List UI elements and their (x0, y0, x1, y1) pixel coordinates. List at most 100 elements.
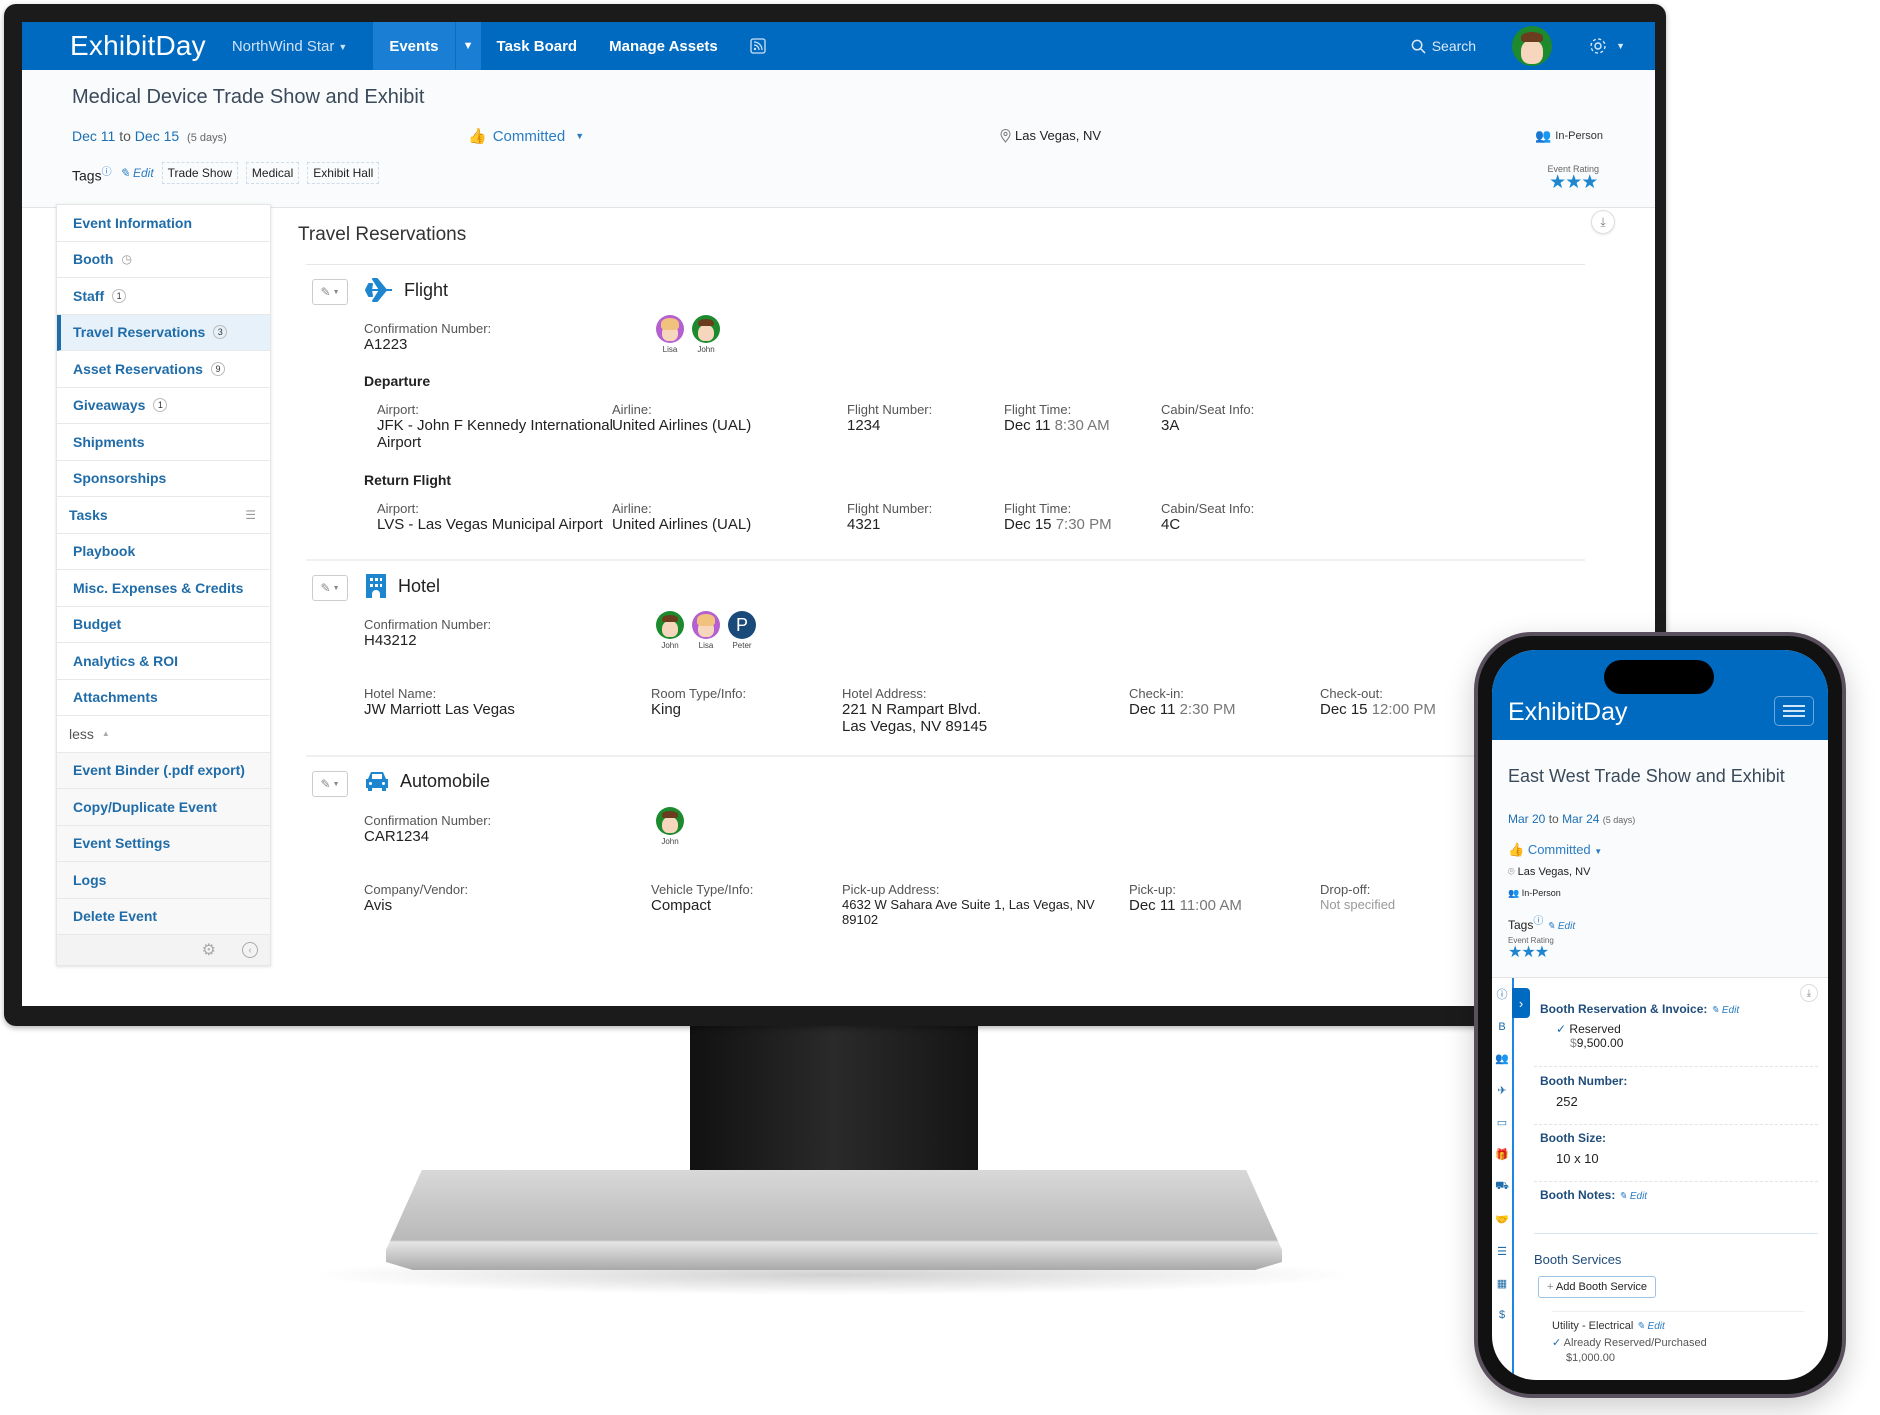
gear-icon[interactable]: ⚙ (202, 940, 216, 960)
star-icon[interactable]: ★ (1549, 172, 1566, 193)
star-icon[interactable]: ★ (1535, 944, 1549, 961)
sidebar-action-delete-event[interactable]: Delete Event (57, 898, 270, 935)
end-date[interactable]: Mar 24 (1562, 812, 1599, 826)
rating-stars[interactable]: ★★★ (1547, 172, 1599, 193)
sidebar-item-tasks[interactable]: Tasks ☰ (57, 497, 270, 534)
sidebar-item-playbook[interactable]: Playbook (57, 533, 270, 570)
gift-icon[interactable]: 🎁 (1495, 1148, 1509, 1161)
mobile-status-dropdown[interactable]: 👍 Committed ▼ (1508, 842, 1602, 858)
sidebar-action-event-binder-pdf-export[interactable]: Event Binder (.pdf export) (57, 752, 270, 789)
download-icon[interactable]: ⤓ (1591, 210, 1615, 234)
traveler[interactable]: John (656, 807, 684, 846)
edit-tags-link[interactable]: ✎ Edit (120, 166, 154, 180)
format-label: In-Person (1521, 888, 1561, 898)
expand-rail-button[interactable]: › (1512, 988, 1530, 1018)
download-icon[interactable]: ⤓ (1800, 984, 1818, 1002)
sidebar-item-booth[interactable]: Booth ◷ (57, 241, 270, 278)
sidebar-action-logs[interactable]: Logs (57, 862, 270, 899)
edit-tags-link[interactable]: ✎ Edit (1547, 921, 1575, 932)
mobile-event-header: East West Trade Show and Exhibit Mar 20 … (1492, 740, 1828, 978)
truck-icon[interactable]: ⛟ (1495, 1180, 1509, 1194)
org-selector[interactable]: NorthWind Star ▼ (232, 38, 347, 55)
hamburger-menu-icon[interactable] (1774, 696, 1814, 726)
star-icon[interactable]: ★ (1565, 172, 1582, 193)
star-icon[interactable]: ★ (1521, 944, 1535, 961)
tag-chip[interactable]: Medical (245, 162, 300, 184)
mobile-app-logo[interactable]: ExhibitDay (1508, 698, 1628, 727)
nav-right: Search ▼ (1411, 22, 1625, 70)
add-booth-service-button[interactable]: + Add Booth Service (1538, 1276, 1657, 1298)
booth-icon[interactable]: B (1498, 1021, 1505, 1033)
desktop-screen: ExhibitDay NorthWind Star ▼ Events ▼ Task… (22, 22, 1655, 1006)
format-label: In-Person (1555, 130, 1603, 142)
avatar (656, 807, 684, 835)
traveler[interactable]: Lisa (656, 315, 684, 354)
user-avatar[interactable] (1512, 26, 1553, 66)
sidebar-item-budget[interactable]: Budget (57, 606, 270, 643)
rating-stars[interactable]: ★★★ (1508, 945, 1554, 961)
traveler[interactable]: P Peter (728, 611, 756, 650)
sidebar-item-shipments[interactable]: Shipments (57, 424, 270, 461)
sidebar-item-analytics-roi[interactable]: Analytics & ROI (57, 643, 270, 680)
sidebar-item-sponsorships[interactable]: Sponsorships (57, 460, 270, 497)
checklist-icon[interactable]: ☰ (1497, 1245, 1507, 1258)
reservation-amount: $9,500.00 (1570, 1036, 1739, 1050)
booth-reservation-field: Booth Reservation & Invoice: ✎ Edit ✓ Re… (1540, 1002, 1739, 1050)
sidebar-less-toggle[interactable]: less ▲ (57, 716, 270, 753)
edit-notes-link[interactable]: ✎ Edit (1619, 1191, 1647, 1202)
sidebar-action-event-settings[interactable]: Event Settings (57, 825, 270, 862)
star-icon[interactable]: ★ (1581, 172, 1598, 193)
edit-label: Edit (1629, 1191, 1648, 1202)
sidebar-action-copy-duplicate-event[interactable]: Copy/Duplicate Event (57, 789, 270, 826)
sidebar-item-staff[interactable]: Staff 1 (57, 278, 270, 315)
invoice-icon[interactable]: $ (1499, 1309, 1505, 1321)
rss-icon[interactable] (734, 22, 782, 70)
info-icon[interactable]: ⓘ (1497, 986, 1508, 1002)
mobile-event-dates: Mar 20 to Mar 24 (5 days) (1508, 812, 1635, 826)
nav-tab-events[interactable]: Events (373, 22, 455, 70)
end-date[interactable]: Dec 15 (135, 128, 179, 144)
traveler[interactable]: Lisa (692, 611, 720, 650)
status-dropdown[interactable]: 👍 Committed ▼ (468, 127, 584, 146)
nav-tab-manage-assets[interactable]: Manage Assets (593, 22, 734, 70)
room-type-field: Room Type/Info: King (651, 686, 746, 718)
date: Dec 11 (1004, 417, 1051, 434)
tag-chip[interactable]: Exhibit Hall (307, 162, 380, 184)
divider (1534, 1233, 1818, 1234)
start-date[interactable]: Mar 20 (1508, 812, 1545, 826)
start-date[interactable]: Dec 11 (72, 128, 115, 144)
info-icon[interactable]: ⓘ (1533, 916, 1543, 927)
calendar-edit-icon[interactable]: ▦ (1497, 1277, 1507, 1290)
handshake-icon[interactable]: 🤝 (1495, 1213, 1509, 1226)
sidebar-item-travel-reservations[interactable]: Travel Reservations 3 (57, 314, 270, 351)
collapse-sidebar-icon[interactable]: ‹ (242, 942, 258, 958)
tag-chip[interactable]: Trade Show (161, 162, 238, 184)
field-label: Flight Number: (847, 402, 933, 417)
staff-icon[interactable]: 👥 (1495, 1052, 1509, 1065)
airplane-icon[interactable]: ✈ (1497, 1084, 1506, 1097)
sidebar-item-attachments[interactable]: Attachments (57, 679, 270, 716)
sidebar-item-misc-expenses-credits[interactable]: Misc. Expenses & Credits (57, 570, 270, 607)
edit-flight-button[interactable]: ✎ ▼ (312, 279, 348, 305)
edit-reservation-link[interactable]: ✎ Edit (1711, 1005, 1739, 1016)
sidebar-item-asset-reservations[interactable]: Asset Reservations 9 (57, 351, 270, 388)
events-dropdown-toggle[interactable]: ▼ (454, 22, 481, 70)
app-logo[interactable]: ExhibitDay (70, 30, 206, 62)
sidebar-item-event-information[interactable]: Event Information (57, 205, 270, 242)
edit-automobile-button[interactable]: ✎ ▼ (312, 771, 348, 797)
edit-service-link[interactable]: ✎ Edit (1636, 1321, 1664, 1332)
traveler[interactable]: John (656, 611, 684, 650)
traveler[interactable]: John (692, 315, 720, 354)
nav-tab-task-board[interactable]: Task Board (481, 22, 594, 70)
sidebar-item-giveaways[interactable]: Giveaways 1 (57, 387, 270, 424)
hotel-title: Hotel (364, 573, 440, 599)
settings-menu[interactable]: ▼ (1588, 36, 1625, 56)
field-value: H43212 (364, 632, 417, 649)
time: 11:00 AM (1179, 897, 1242, 914)
star-icon[interactable]: ★ (1508, 944, 1522, 961)
search-button[interactable]: Search (1411, 38, 1476, 54)
checkin-field: Check-in: Dec 11 2:30 PM (1129, 686, 1235, 718)
info-icon[interactable]: ⓘ (102, 167, 112, 178)
edit-hotel-button[interactable]: ✎ ▼ (312, 575, 348, 601)
asset-icon[interactable]: ▭ (1497, 1116, 1507, 1129)
